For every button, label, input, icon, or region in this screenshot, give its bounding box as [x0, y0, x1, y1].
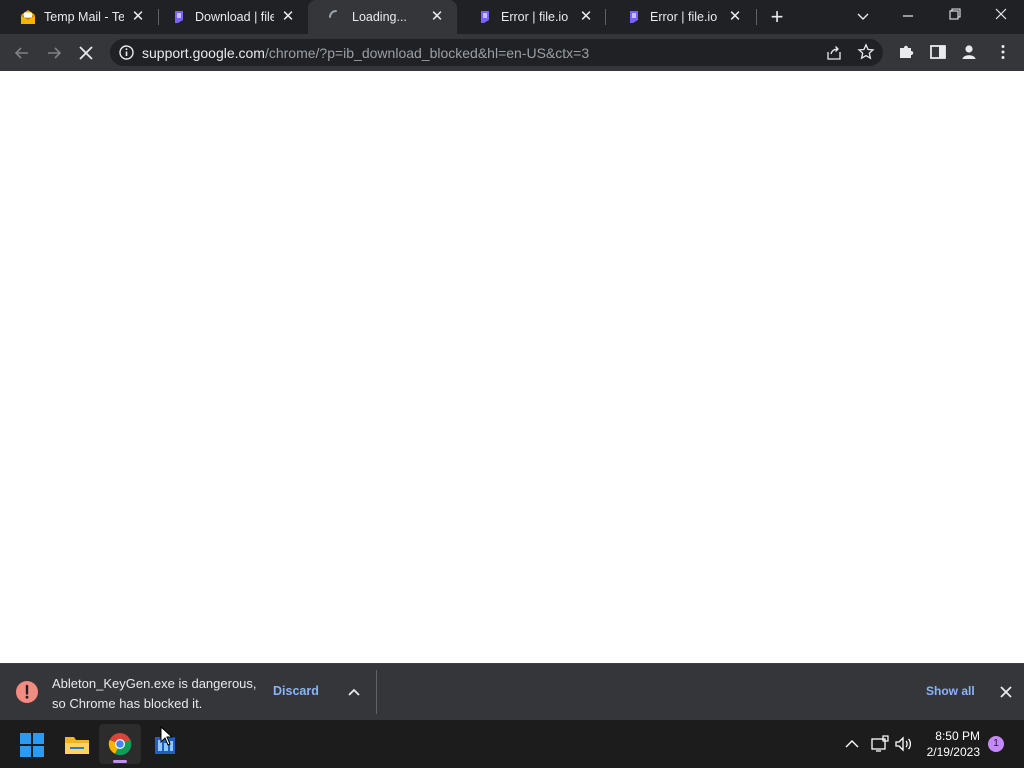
new-tab-plus-icon[interactable]: +: [767, 6, 787, 28]
download-shelf: Ableton_KeyGen.exe is dangerous, so Chro…: [0, 663, 1024, 720]
close-icon[interactable]: ✕: [429, 9, 445, 25]
chevron-up-icon[interactable]: [344, 682, 364, 702]
network-icon[interactable]: [870, 734, 890, 754]
tab-title: Error | file.io: [650, 10, 718, 24]
close-icon[interactable]: ✕: [727, 9, 743, 25]
side-panel-icon[interactable]: [928, 42, 948, 62]
page-content: [0, 71, 1024, 663]
danger-warning-icon: [16, 681, 38, 703]
discard-button[interactable]: Discard: [273, 684, 319, 698]
profile-avatar-icon[interactable]: [959, 42, 979, 62]
chrome-icon: [108, 732, 132, 756]
envelope-icon: [20, 9, 36, 25]
show-all-button[interactable]: Show all: [926, 684, 975, 698]
windows-start-icon[interactable]: [20, 733, 44, 757]
url-host: support.google.com: [142, 45, 265, 61]
spinner-icon: [328, 9, 344, 25]
active-app-indicator: [113, 760, 127, 763]
tab-title: Loading...: [352, 10, 407, 24]
tab-title: Temp Mail - Temp: [44, 10, 124, 24]
bookmark-star-icon[interactable]: [857, 43, 875, 61]
forward-arrow-icon[interactable]: [42, 41, 66, 65]
shelf-divider: [376, 670, 377, 714]
window-close-icon[interactable]: [991, 4, 1011, 24]
omnibox[interactable]: support.google.com/chrome/?p=ib_download…: [110, 39, 883, 66]
clock[interactable]: 8:50 PM 2/19/2023: [927, 728, 980, 760]
kebab-menu-icon[interactable]: [993, 42, 1013, 62]
close-icon[interactable]: ✕: [130, 9, 146, 25]
tab-strip: Temp Mail - Temp ✕ Download | file.io ✕ …: [0, 0, 1024, 34]
url-text[interactable]: support.google.com/chrome/?p=ib_download…: [142, 45, 589, 61]
close-icon[interactable]: ✕: [578, 9, 594, 25]
close-shelf-icon[interactable]: [996, 682, 1016, 702]
tab-title: Error | file.io: [501, 10, 569, 24]
restore-icon[interactable]: [945, 4, 965, 24]
close-icon[interactable]: ✕: [280, 9, 296, 25]
notification-badge[interactable]: 1: [988, 736, 1004, 752]
minimize-icon[interactable]: [898, 6, 918, 26]
share-icon[interactable]: [825, 44, 843, 62]
tab-download-file-io[interactable]: Download | file.io ✕: [151, 0, 308, 34]
tab-title: Download | file.io: [195, 10, 274, 24]
tab-loading[interactable]: Loading... ✕: [308, 0, 457, 34]
clock-date: 2/19/2023: [926, 745, 980, 759]
tray-chevron-up-icon[interactable]: [842, 734, 862, 754]
back-arrow-icon[interactable]: [10, 41, 34, 65]
taskbar: 8:50 PM 2/19/2023 1: [0, 720, 1024, 768]
stop-loading-icon[interactable]: [74, 41, 98, 65]
file-io-icon: [171, 9, 187, 25]
clock-time: 8:50 PM: [935, 729, 980, 743]
tab-error-file-io-1[interactable]: Error | file.io ✕: [457, 0, 606, 34]
mouse-cursor-icon: [160, 725, 174, 746]
tab-search-chevron-icon[interactable]: [853, 6, 873, 26]
file-io-icon: [477, 9, 493, 25]
chrome-taskbar-button[interactable]: [99, 724, 141, 764]
tab-divider: [756, 9, 757, 25]
tab-error-file-io-2[interactable]: Error | file.io ✕: [606, 0, 755, 34]
volume-icon[interactable]: [894, 734, 914, 754]
download-warning-message: Ableton_KeyGen.exe is dangerous, so Chro…: [52, 676, 257, 711]
file-io-icon: [626, 9, 642, 25]
file-explorer-icon[interactable]: [64, 733, 90, 757]
extensions-puzzle-icon[interactable]: [896, 42, 916, 62]
site-info-icon[interactable]: [118, 44, 135, 61]
tab-temp-mail[interactable]: Temp Mail - Temp ✕: [0, 0, 158, 34]
url-path: /chrome/?p=ib_download_blocked&hl=en-US&…: [264, 45, 590, 61]
